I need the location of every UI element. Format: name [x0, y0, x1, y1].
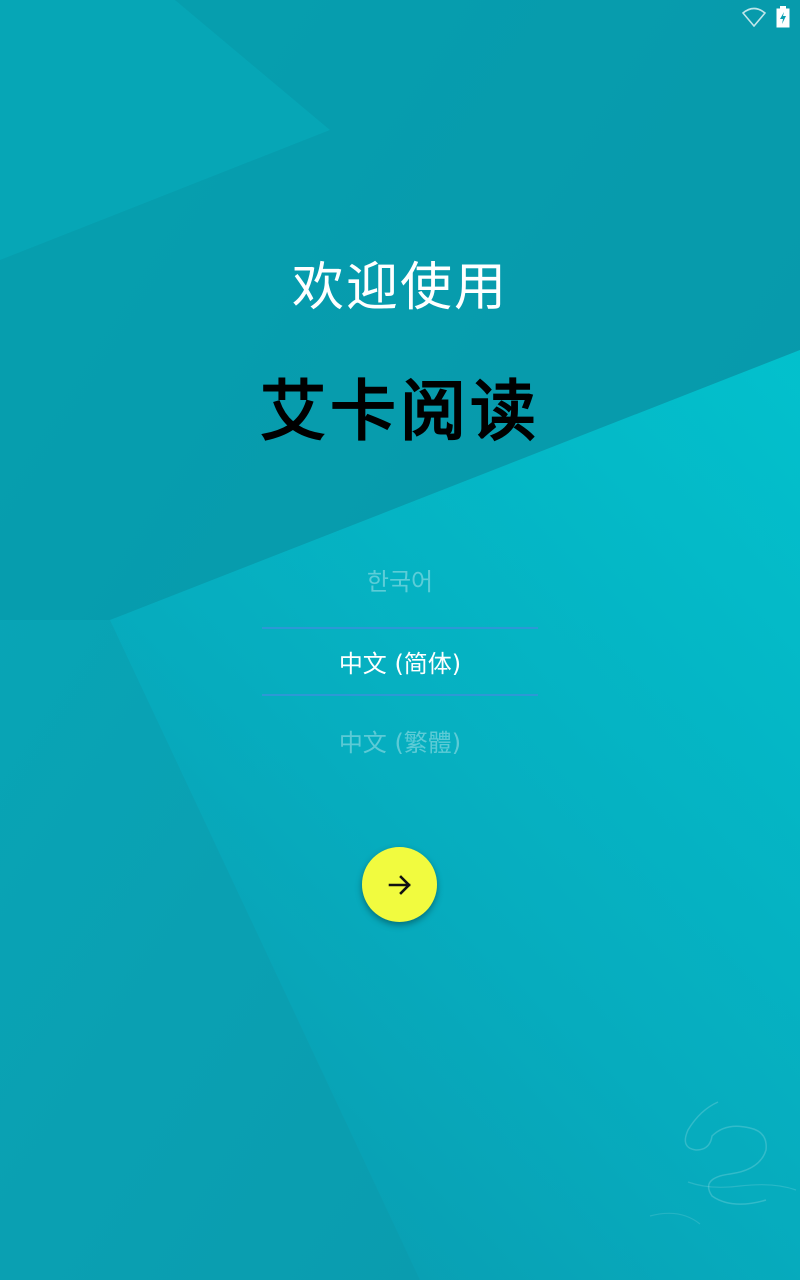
battery-charging-icon: [776, 6, 790, 28]
arrow-right-icon: [388, 874, 411, 895]
language-option-simplified-chinese[interactable]: 中文 (简体): [262, 629, 538, 699]
language-option-traditional-chinese[interactable]: 中文 (繁體): [262, 708, 538, 778]
language-picker[interactable]: 한국어 中文 (简体) 中文 (繁體): [262, 545, 538, 785]
app-name: 艾卡阅读: [260, 372, 540, 450]
next-button[interactable]: [362, 847, 437, 922]
welcome-title: 欢迎使用: [291, 258, 508, 318]
status-bar: [0, 0, 800, 34]
picker-divider-bottom: [262, 694, 538, 696]
background-doodle: [649, 1101, 797, 1225]
language-option-korean[interactable]: 한국어: [262, 547, 538, 617]
wifi-icon: [742, 7, 766, 27]
